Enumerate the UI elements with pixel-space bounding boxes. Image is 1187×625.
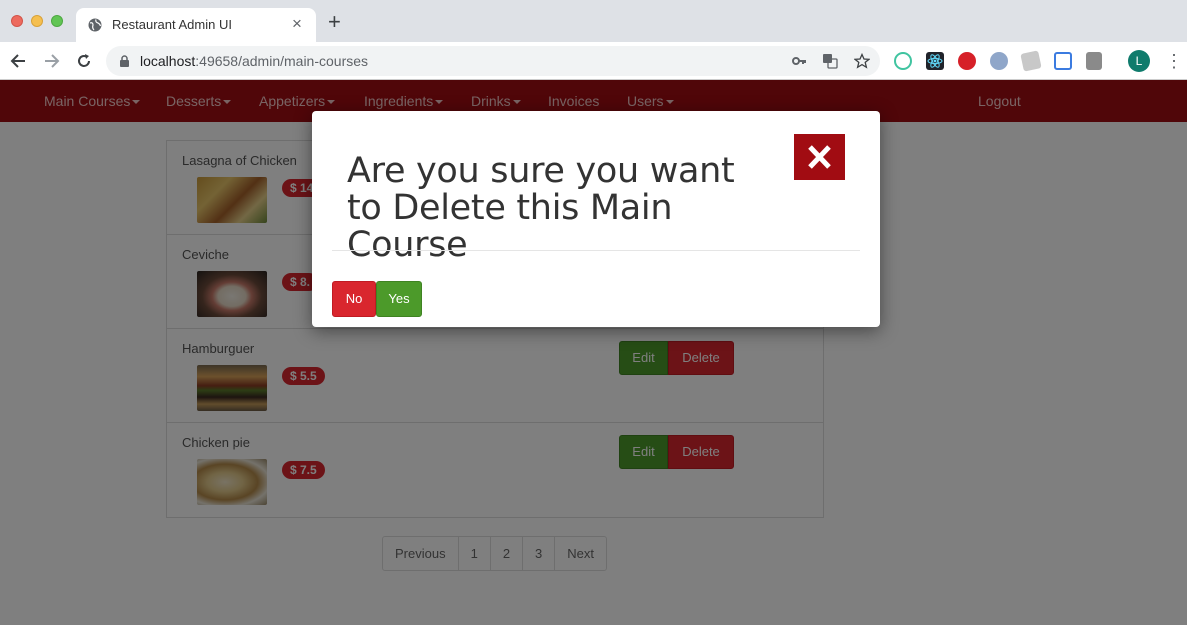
- profile-avatar[interactable]: L: [1128, 50, 1150, 72]
- bookmark-star-icon[interactable]: [854, 53, 870, 69]
- yes-button[interactable]: Yes: [376, 281, 422, 317]
- address-bar[interactable]: localhost:49658/admin/main-courses: [106, 46, 880, 76]
- lock-icon: [120, 55, 129, 67]
- browser-tab-bar: Restaurant Admin UI × +: [0, 0, 1187, 42]
- extension-note-icon[interactable]: [1020, 50, 1042, 72]
- dialog-divider: [332, 250, 860, 251]
- close-icon: [808, 145, 831, 169]
- dialog-title: Are you sure you want to Delete this Mai…: [347, 151, 735, 265]
- forward-arrow-icon[interactable]: [41, 51, 61, 71]
- window-zoom-button[interactable]: [51, 15, 63, 27]
- new-tab-icon[interactable]: +: [328, 11, 341, 33]
- window-minimize-button[interactable]: [31, 15, 43, 27]
- react-devtools-icon[interactable]: [926, 52, 944, 70]
- browser-menu-icon[interactable]: ⋮: [1165, 51, 1183, 71]
- back-arrow-icon[interactable]: [9, 51, 29, 71]
- key-icon[interactable]: [791, 53, 807, 69]
- admin-page: Main Courses Desserts Appetizers Ingredi…: [0, 80, 1187, 625]
- extension-ring-icon[interactable]: [894, 52, 912, 70]
- url-text: localhost:49658/admin/main-courses: [140, 53, 369, 69]
- delete-confirm-dialog: Are you sure you want to Delete this Mai…: [312, 111, 880, 327]
- extension-disc-icon[interactable]: [990, 52, 1008, 70]
- adblock-hand-icon[interactable]: [958, 52, 976, 70]
- globe-icon: [88, 18, 102, 32]
- extension-puzzle-icon[interactable]: [1086, 52, 1102, 70]
- tab-close-icon[interactable]: ×: [292, 14, 302, 34]
- reload-icon[interactable]: [74, 51, 94, 71]
- dialog-close-button[interactable]: [794, 134, 845, 180]
- browser-tab[interactable]: Restaurant Admin UI ×: [76, 8, 316, 42]
- extension-bracket-icon[interactable]: [1054, 52, 1072, 70]
- tab-title: Restaurant Admin UI: [112, 17, 232, 32]
- browser-toolbar: localhost:49658/admin/main-courses L ⋮: [0, 42, 1187, 80]
- atom-icon: [927, 54, 943, 68]
- no-button[interactable]: No: [332, 281, 376, 317]
- translate-icon[interactable]: [822, 53, 838, 69]
- window-close-button[interactable]: [11, 15, 23, 27]
